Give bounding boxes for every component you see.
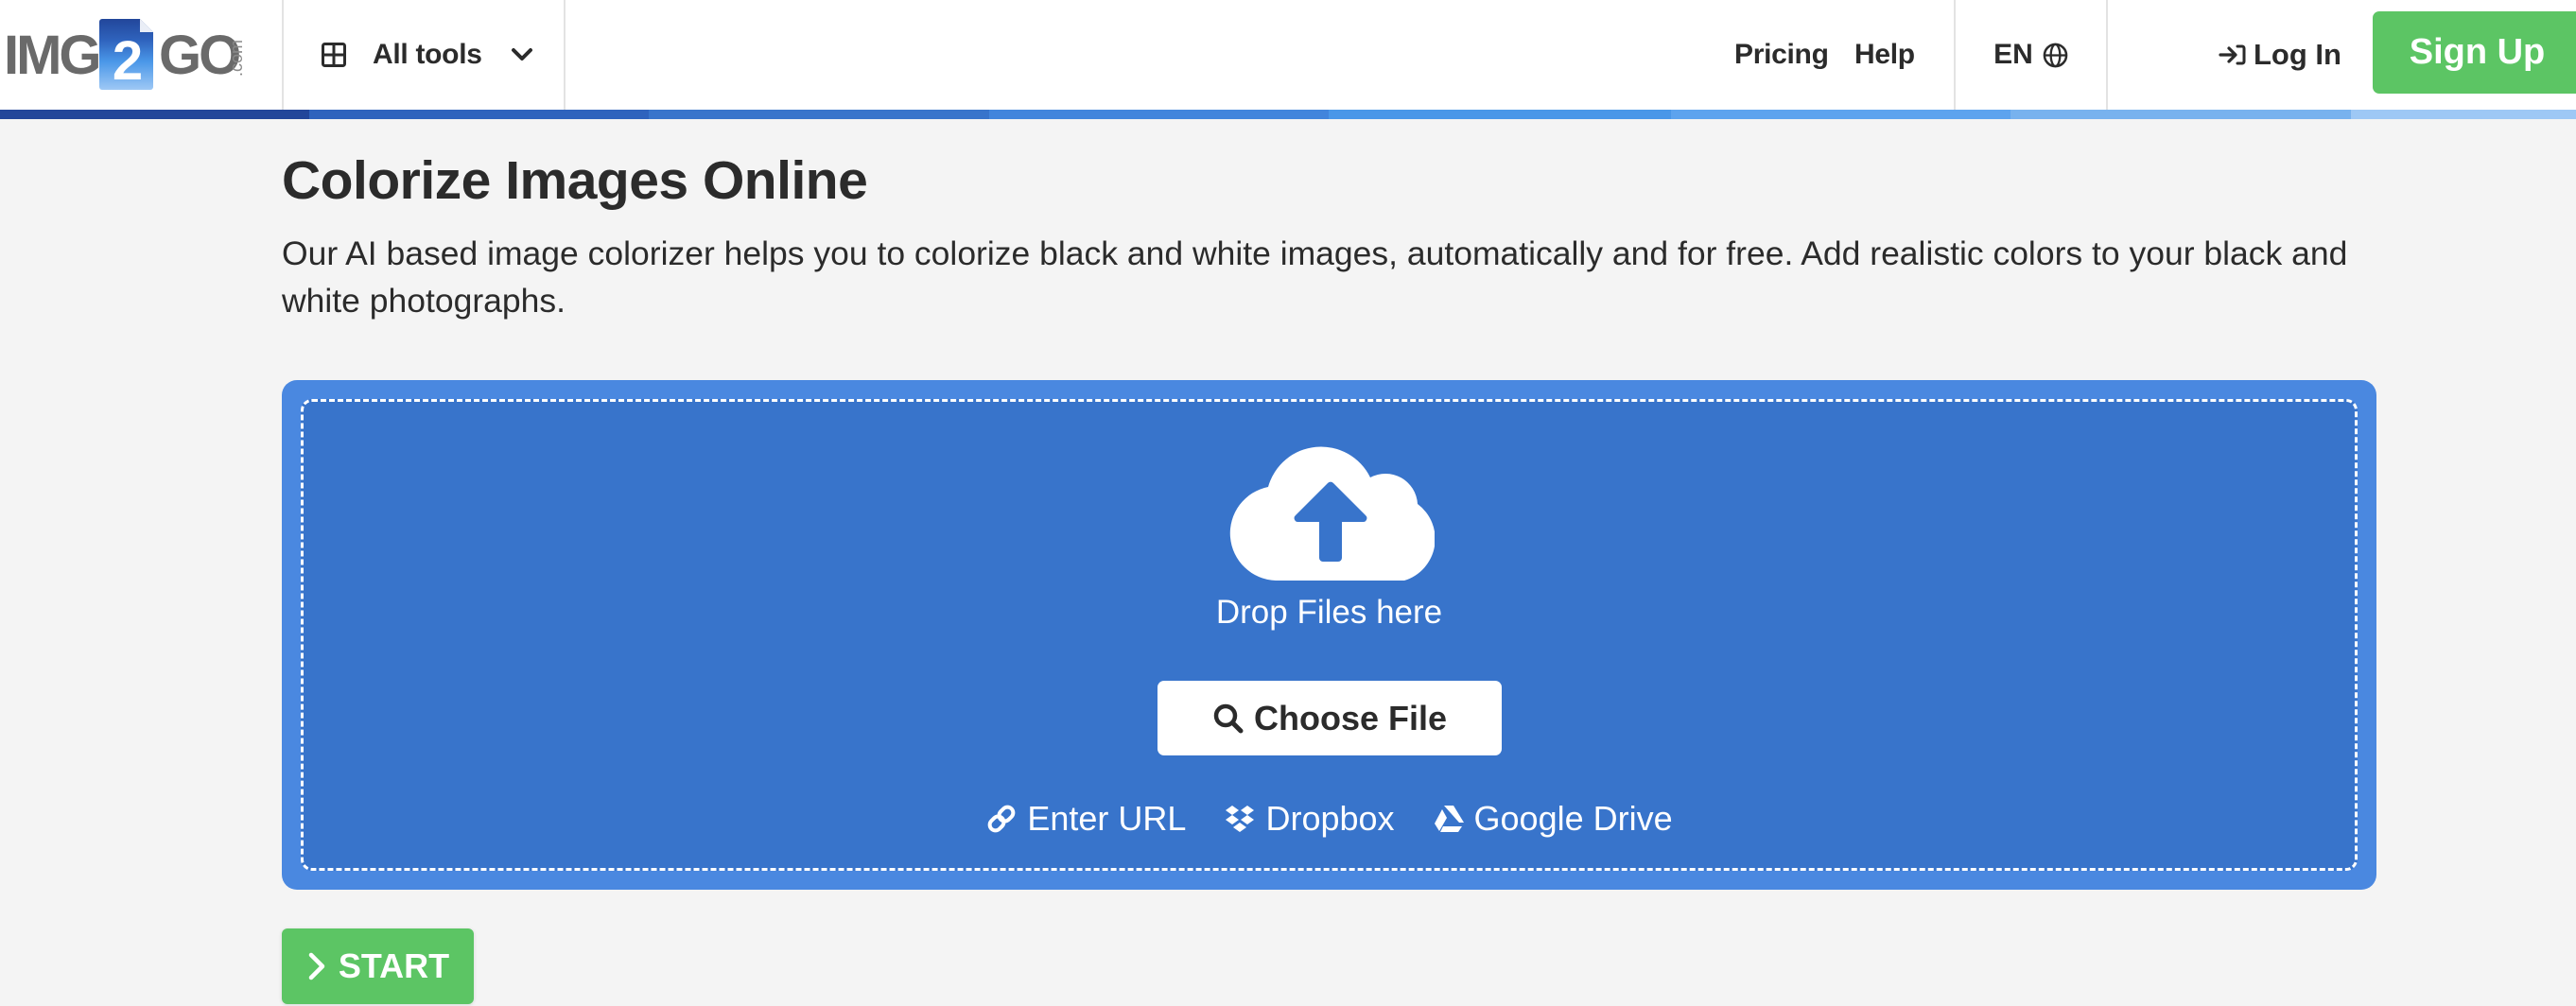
dropbox-label: Dropbox <box>1265 799 1395 838</box>
page-title: Colorize Images Online <box>282 150 868 211</box>
page-description: Our AI based image colorizer helps you t… <box>282 234 2348 320</box>
top-navigation-bar: IMG 2 GO .com All tools Pricing Help EN <box>0 0 2576 110</box>
grid-icon <box>322 43 346 67</box>
choose-file-label: Choose File <box>1253 698 1448 737</box>
cloud-upload-icon <box>1229 446 1435 581</box>
language-code: EN <box>1993 39 2033 70</box>
header-color-stripe <box>0 110 2576 119</box>
chevron-down-icon <box>511 48 532 61</box>
logo-graphic: IMG 2 GO .com <box>4 19 246 92</box>
dropbox-icon <box>1226 806 1255 832</box>
stripe-segment <box>0 110 309 119</box>
language-selector[interactable]: EN <box>1956 0 2106 110</box>
sign-up-button[interactable]: Sign Up <box>2373 11 2576 94</box>
google-drive-label: Google Drive <box>1473 799 1673 838</box>
nav-link-pricing[interactable]: Pricing <box>1734 0 1829 110</box>
google-drive-icon <box>1434 806 1464 832</box>
stripe-segment <box>1671 110 2010 119</box>
stripe-segment <box>309 110 649 119</box>
login-label: Log In <box>2254 38 2341 71</box>
stripe-segment <box>989 110 1329 119</box>
all-tools-label: All tools <box>373 39 482 70</box>
drop-files-label: Drop Files here <box>1215 594 1443 631</box>
logo-text-img: IMG <box>4 25 99 86</box>
logo-text-com: .com <box>227 40 246 77</box>
all-tools-dropdown[interactable]: All tools <box>284 0 564 110</box>
link-icon <box>988 805 1016 833</box>
chevron-right-icon <box>308 952 325 980</box>
stripe-segment <box>2010 110 2351 119</box>
upload-sources: Enter URL Dropbox Google Drive <box>282 794 2376 843</box>
search-icon <box>1213 703 1244 733</box>
start-label: START <box>338 946 450 985</box>
nav-link-help[interactable]: Help <box>1854 0 1915 110</box>
start-button[interactable]: START <box>282 928 474 1004</box>
header-divider <box>2106 0 2108 110</box>
header-divider <box>564 0 566 110</box>
logo-text-2: 2 <box>113 30 143 91</box>
login-link[interactable]: Log In <box>2219 0 2341 110</box>
dropbox-link[interactable]: Dropbox <box>1224 799 1395 839</box>
img2go-logo[interactable]: IMG 2 GO .com <box>4 17 248 92</box>
stripe-segment <box>1329 110 1671 119</box>
choose-file-button[interactable]: Choose File <box>1157 681 1502 755</box>
sign-in-icon <box>2219 44 2246 65</box>
enter-url-label: Enter URL <box>1027 799 1187 838</box>
stripe-segment <box>649 110 989 119</box>
google-drive-link[interactable]: Google Drive <box>1433 799 1673 839</box>
enter-url-link[interactable]: Enter URL <box>985 799 1186 839</box>
stripe-segment <box>2351 110 2576 119</box>
globe-icon <box>2043 43 2068 67</box>
